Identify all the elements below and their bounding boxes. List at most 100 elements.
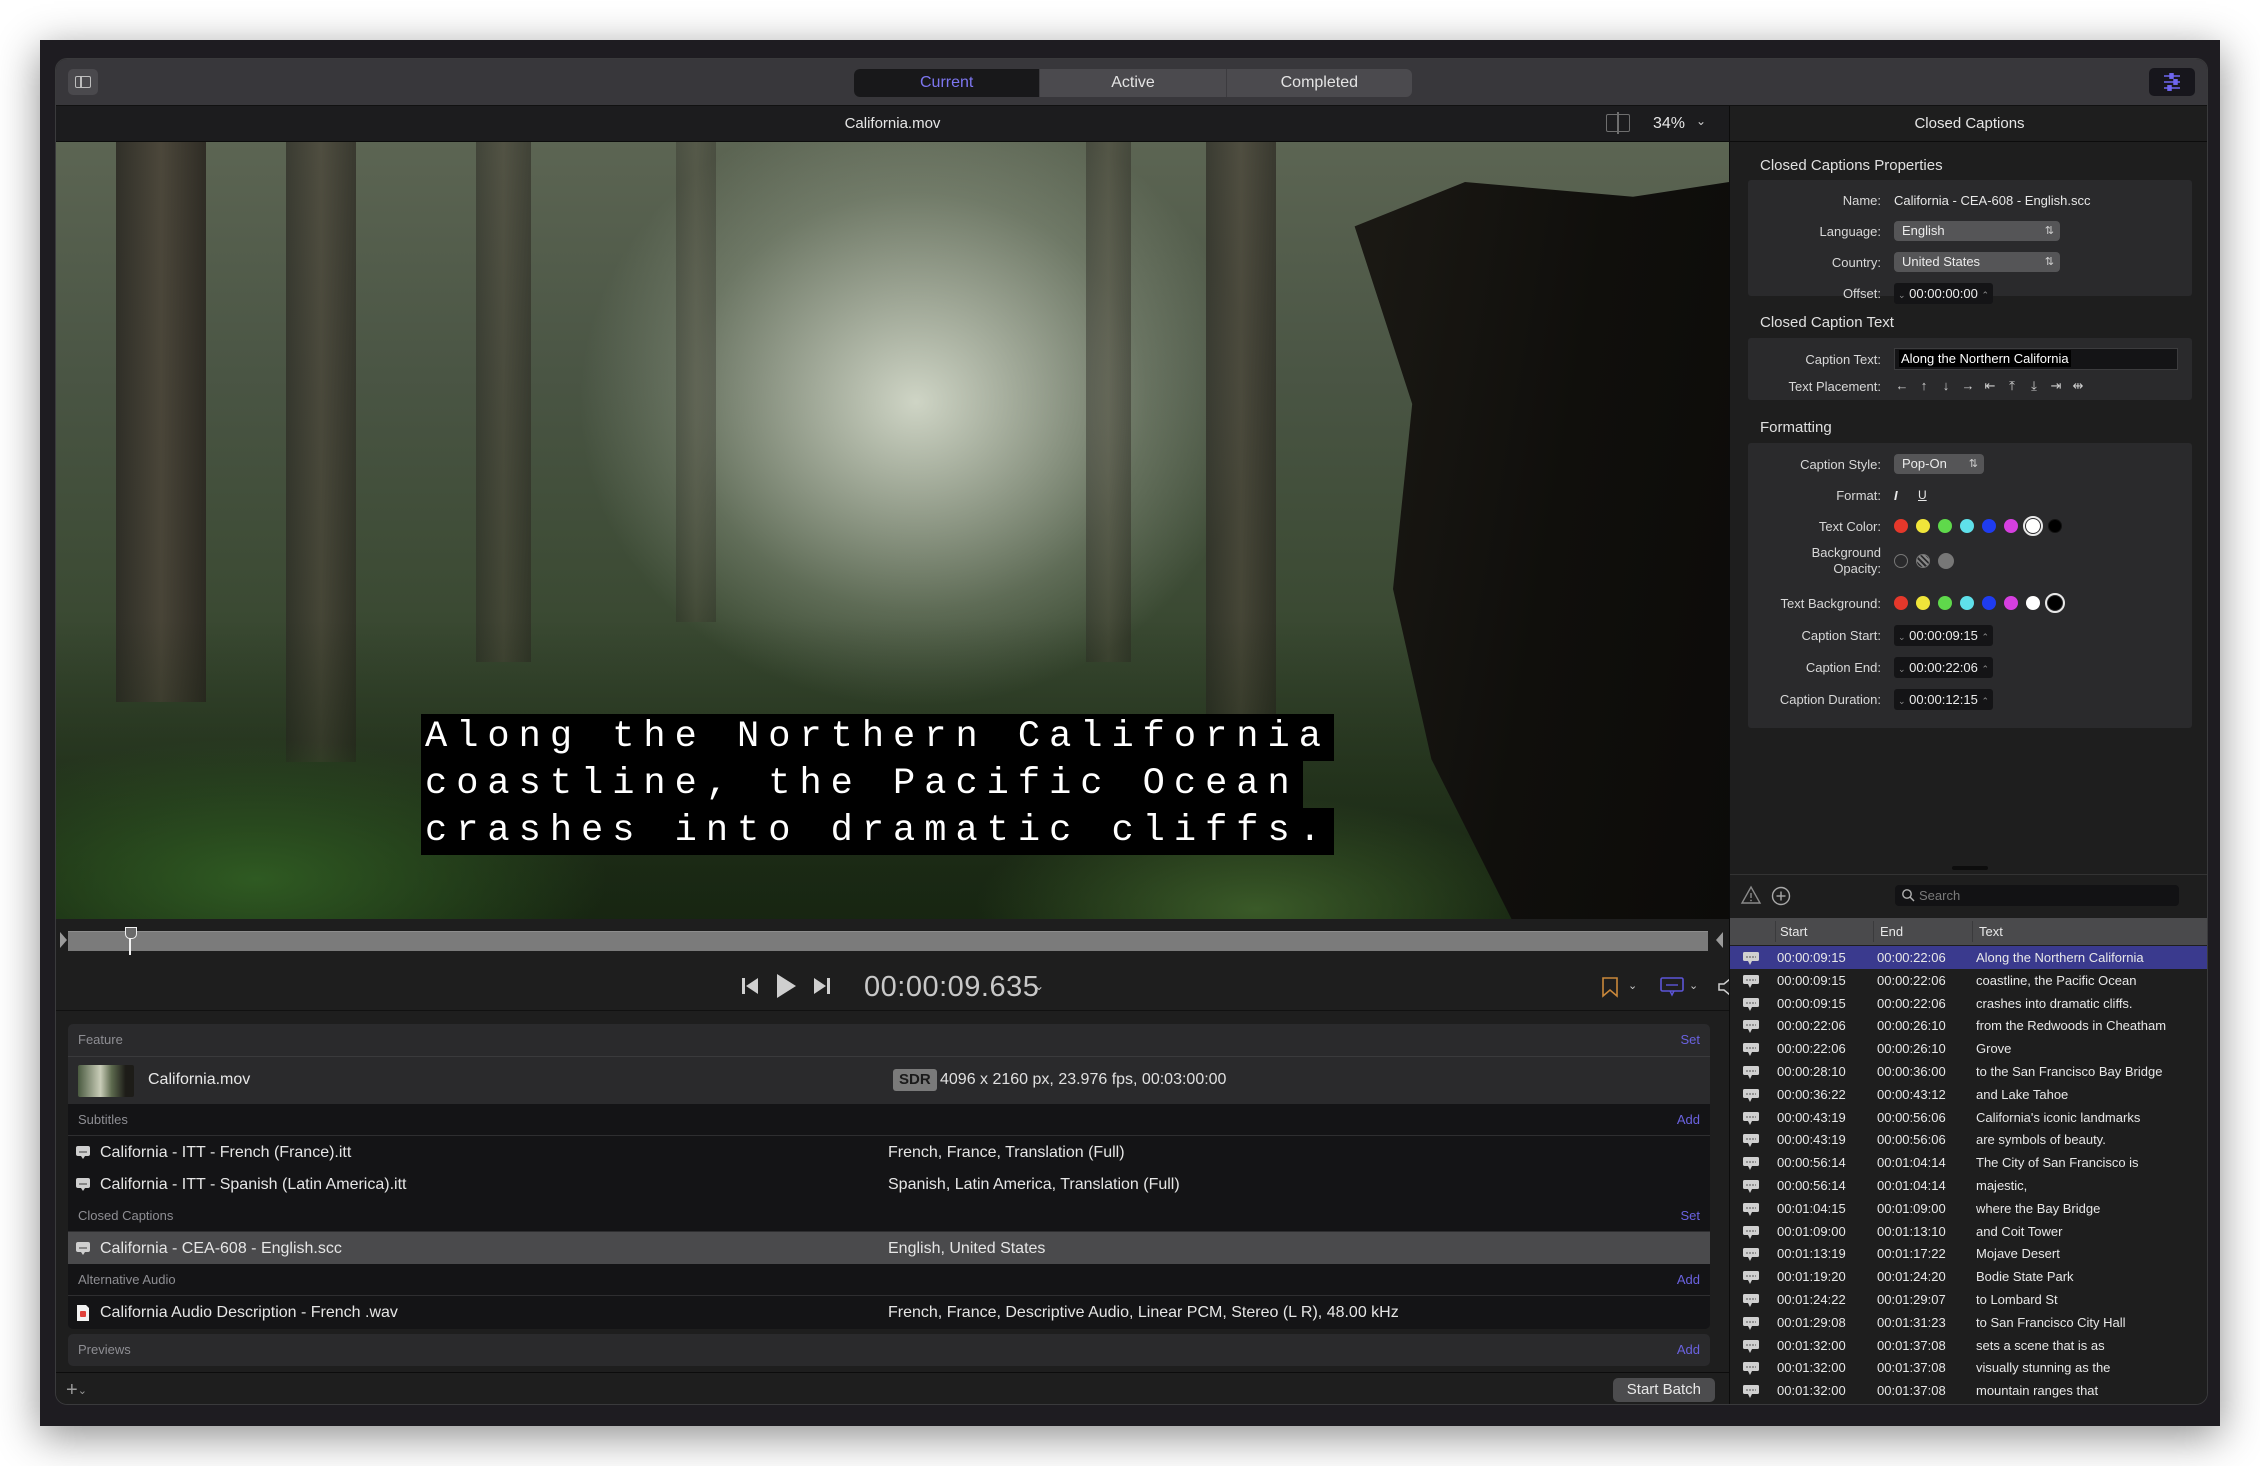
caption-row[interactable]: 00:00:22:06 00:00:26:10 Grove xyxy=(1730,1037,2207,1060)
caption-row[interactable]: 00:01:04:15 00:01:09:00 where the Bay Brid… xyxy=(1730,1197,2207,1220)
text-background-swatch[interactable] xyxy=(1894,596,1908,610)
caption-row[interactable]: 00:01:32:00 00:01:37:08 mountain ranges th… xyxy=(1730,1379,2207,1402)
feature-set-button[interactable]: Set xyxy=(1680,1032,1700,1047)
offset-timecode-field[interactable]: ⌄ 00:00:00:00 ⌃ xyxy=(1894,283,1994,304)
italic-button[interactable]: I xyxy=(1894,488,1898,503)
tab-completed[interactable]: Completed xyxy=(1227,69,1412,97)
tab-current[interactable]: Current xyxy=(854,69,1041,97)
in-point-marker[interactable] xyxy=(60,932,67,948)
caption-row[interactable]: 00:00:43:19 00:00:56:06 are symbols of bea… xyxy=(1730,1128,2207,1151)
increment-icon[interactable]: ⌃ xyxy=(1981,696,1989,706)
zoom-chevron-down-icon[interactable]: ⌄ xyxy=(1696,114,1706,128)
caption-duration-field[interactable]: ⌄ 00:00:12:15 ⌃ xyxy=(1894,689,1994,710)
play-icon[interactable] xyxy=(774,971,798,1001)
caption-row[interactable]: 00:01:19:20 00:01:24:20 Bodie State Park xyxy=(1730,1265,2207,1288)
opacity-semi-option[interactable] xyxy=(1916,554,1930,568)
audio-row[interactable]: California Audio Description - French .w… xyxy=(68,1296,1710,1328)
text-color-swatch[interactable] xyxy=(2048,519,2062,533)
out-point-marker[interactable] xyxy=(1716,932,1723,948)
timecode-chevron-down-icon[interactable]: ⌄ xyxy=(1034,979,1044,993)
text-color-swatch[interactable] xyxy=(2004,519,2018,533)
text-background-swatch[interactable] xyxy=(2004,596,2018,610)
opacity-transparent-option[interactable] xyxy=(1894,554,1908,568)
caption-row[interactable]: 00:00:56:14 00:01:04:14 majestic, xyxy=(1730,1174,2207,1197)
align-right-edge-icon[interactable]: ⇥ xyxy=(2048,378,2064,394)
split-view-icon[interactable] xyxy=(1606,112,1630,134)
alternative-audio-add-button[interactable]: Add xyxy=(1677,1272,1700,1287)
caption-row[interactable]: 00:01:24:22 00:01:29:07 to Lombard St xyxy=(1730,1288,2207,1311)
caption-row[interactable]: 00:00:09:15 00:00:22:06 Along the Northern… xyxy=(1730,946,2207,969)
decrement-icon[interactable]: ⌄ xyxy=(1898,632,1906,642)
feature-row[interactable]: California.mov SDR 4096 x 2160 px, 23.97… xyxy=(68,1056,1710,1102)
caption-row[interactable]: 00:01:32:0000:01:37:08surround it. xyxy=(1730,1402,2207,1404)
decrement-icon[interactable]: ⌄ xyxy=(1898,696,1906,706)
decrement-icon[interactable]: ⌄ xyxy=(1898,664,1906,674)
caption-row[interactable]: 00:00:22:06 00:00:26:10 from the Redwoods … xyxy=(1730,1014,2207,1037)
caption-end-field[interactable]: ⌄ 00:00:22:06 ⌃ xyxy=(1894,657,1994,678)
caption-row[interactable]: 00:01:32:00 00:01:37:08 sets a scene that … xyxy=(1730,1334,2207,1357)
move-left-icon[interactable]: ← xyxy=(1894,378,1910,394)
subtitles-add-button[interactable]: Add xyxy=(1677,1112,1700,1127)
caption-style-select[interactable]: Pop-On ⇅ xyxy=(1894,454,1984,474)
previews-add-button[interactable]: Add xyxy=(1677,1342,1700,1357)
align-bottom-edge-icon[interactable]: ⤓ xyxy=(2026,378,2042,394)
split-view-handle[interactable] xyxy=(1952,866,1988,870)
text-background-swatch[interactable] xyxy=(2026,596,2040,610)
toggle-sidebar-button[interactable] xyxy=(68,69,98,95)
increment-icon[interactable]: ⌃ xyxy=(1981,664,1989,674)
move-right-icon[interactable]: → xyxy=(1960,378,1976,394)
text-background-swatch[interactable] xyxy=(2045,593,2065,613)
language-select[interactable]: English ⇅ xyxy=(1894,221,2060,241)
marker-bookmark-icon[interactable] xyxy=(1601,976,1619,998)
subtitle-row[interactable]: California - ITT - French (France).itt F… xyxy=(68,1136,1710,1168)
playhead[interactable] xyxy=(124,927,137,955)
video-viewer[interactable]: Along the Northern California coastline,… xyxy=(56,142,1729,919)
align-top-edge-icon[interactable]: ⤒ xyxy=(2004,378,2020,394)
subtitle-row[interactable]: California - ITT - Spanish (Latin Americ… xyxy=(68,1168,1710,1200)
tab-active[interactable]: Active xyxy=(1040,69,1227,97)
closed-caption-row[interactable]: California - CEA-608 - English.scc Engli… xyxy=(68,1232,1710,1264)
text-background-swatch[interactable] xyxy=(1982,596,1996,610)
caption-row[interactable]: 00:01:32:00 00:01:37:08 visually stunning … xyxy=(1730,1356,2207,1379)
increment-icon[interactable]: ⌃ xyxy=(1981,632,1989,642)
column-header-start[interactable]: Start xyxy=(1780,924,1807,939)
text-color-swatch[interactable] xyxy=(1938,519,1952,533)
opacity-solid-option[interactable] xyxy=(1938,553,1954,569)
caption-row[interactable]: 00:00:09:15 00:00:22:06 coastline, the Pac… xyxy=(1730,969,2207,992)
marker-chevron-down-icon[interactable]: ⌄ xyxy=(1628,979,1637,992)
toggle-inspector-button[interactable] xyxy=(2149,68,2195,96)
closed-captions-set-button[interactable]: Set xyxy=(1680,1208,1700,1223)
skip-forward-icon[interactable] xyxy=(812,975,832,997)
move-up-icon[interactable]: ↑ xyxy=(1916,378,1932,394)
caption-row[interactable]: 00:01:29:08 00:01:31:23 to San Francisco C… xyxy=(1730,1311,2207,1334)
caption-start-field[interactable]: ⌄ 00:00:09:15 ⌃ xyxy=(1894,625,1994,646)
add-menu-button[interactable]: +⌄ xyxy=(66,1379,87,1402)
text-color-swatch[interactable] xyxy=(1894,519,1908,533)
timecode-display[interactable]: 00:00:09.635 xyxy=(864,971,1039,1004)
move-down-icon[interactable]: ↓ xyxy=(1938,378,1954,394)
timeline-scrubber[interactable] xyxy=(68,931,1708,951)
skip-back-icon[interactable] xyxy=(740,975,760,997)
column-header-text[interactable]: Text xyxy=(1979,924,2003,939)
text-background-swatch[interactable] xyxy=(1960,596,1974,610)
caption-row[interactable]: 00:01:13:19 00:01:17:22 Mojave Desert xyxy=(1730,1242,2207,1265)
country-select[interactable]: United States ⇅ xyxy=(1894,252,2060,272)
zoom-level[interactable]: 34% xyxy=(1653,115,1685,133)
increment-icon[interactable]: ⌃ xyxy=(1981,290,1989,300)
text-color-swatch[interactable] xyxy=(1982,519,1996,533)
caption-row[interactable]: 00:00:28:10 00:00:36:00 to the San Francis… xyxy=(1730,1060,2207,1083)
caption-row[interactable]: 00:00:56:14 00:01:04:14 The City of San Fr… xyxy=(1730,1151,2207,1174)
add-caption-icon[interactable] xyxy=(1770,885,1792,907)
start-batch-button[interactable]: Start Batch xyxy=(1612,1378,1715,1402)
text-color-swatch[interactable] xyxy=(2023,516,2043,536)
search-input[interactable] xyxy=(1919,885,2169,906)
captions-chevron-down-icon[interactable]: ⌄ xyxy=(1689,979,1698,992)
align-left-edge-icon[interactable]: ⇤ xyxy=(1982,378,1998,394)
underline-button[interactable]: U xyxy=(1918,488,1927,502)
warning-icon[interactable] xyxy=(1740,885,1762,905)
text-color-swatch[interactable] xyxy=(1960,519,1974,533)
center-horizontal-icon[interactable]: ⇹ xyxy=(2070,378,2086,394)
caption-row[interactable]: 00:00:43:19 00:00:56:06 California's iconi… xyxy=(1730,1106,2207,1129)
column-header-end[interactable]: End xyxy=(1880,924,1903,939)
caption-row[interactable]: 00:00:09:15 00:00:22:06 crashes into drama… xyxy=(1730,992,2207,1015)
